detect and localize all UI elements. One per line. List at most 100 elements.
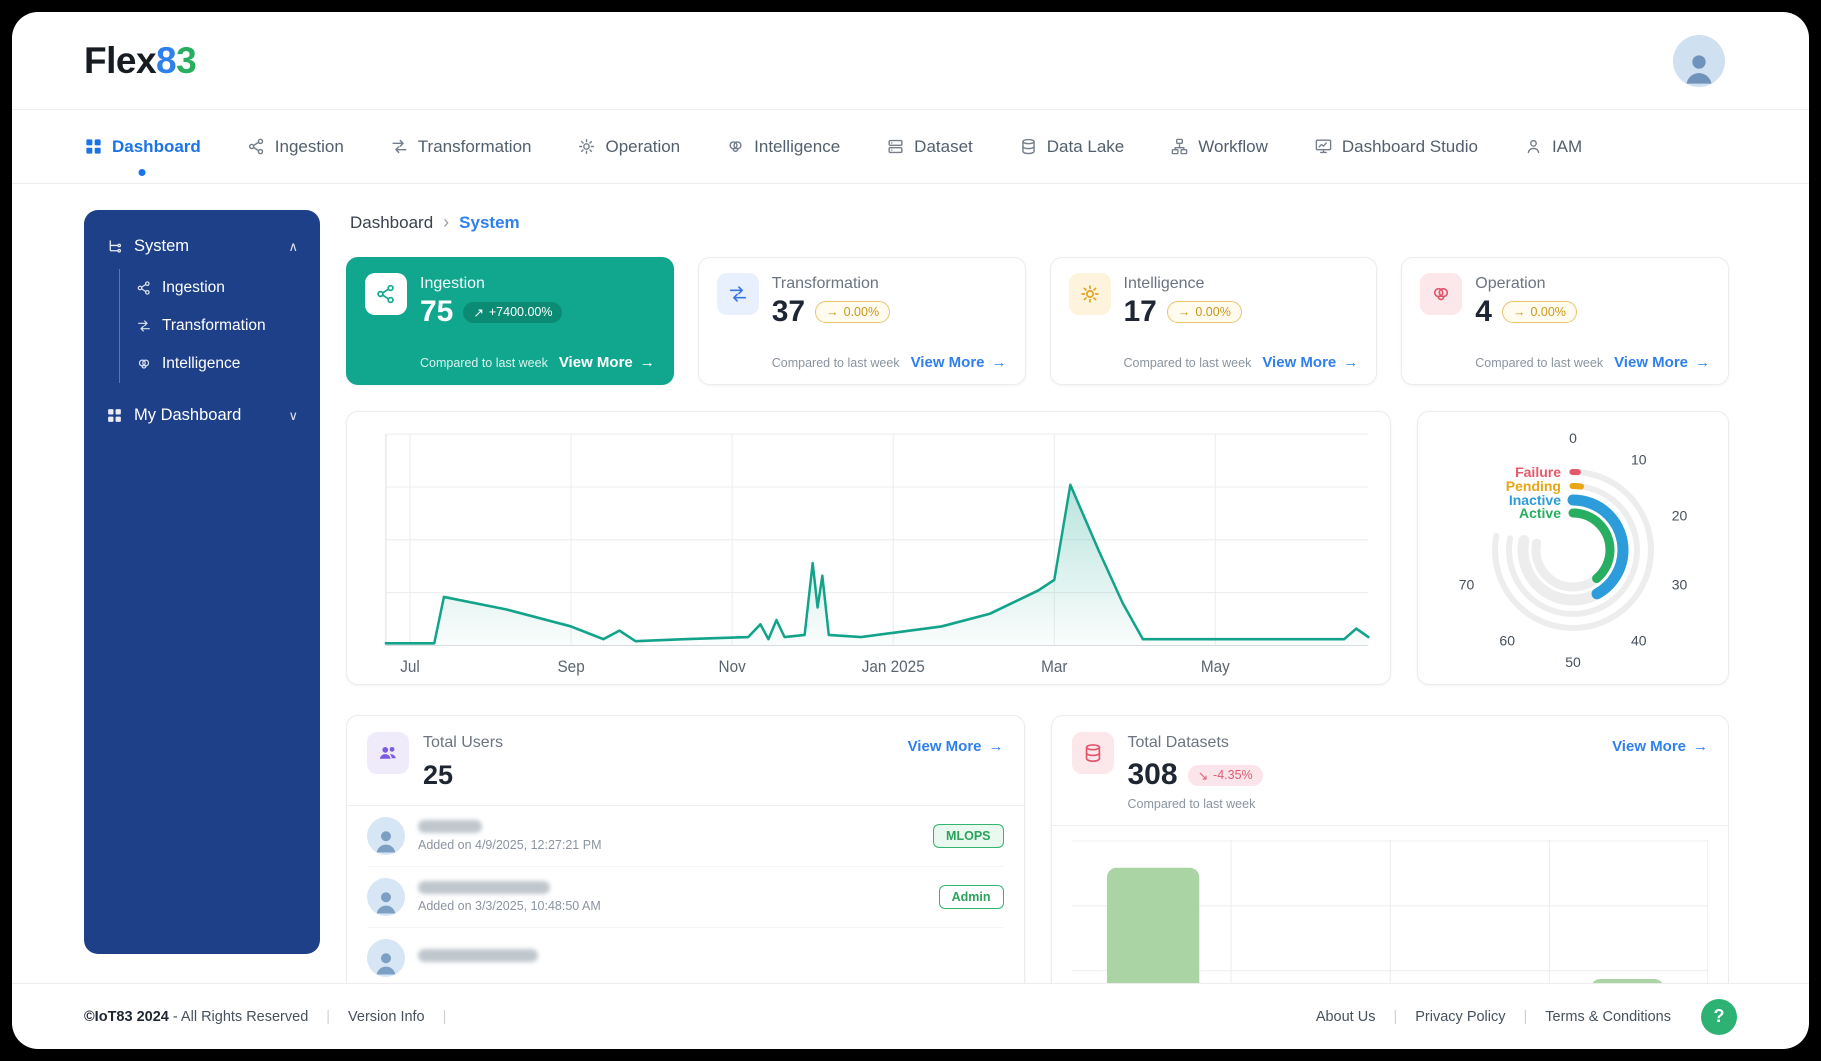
svg-text:Nov: Nov	[719, 658, 746, 675]
separator: |	[1523, 1008, 1528, 1025]
view-more-link[interactable]: View More →	[911, 354, 1007, 371]
sidebar-item-transformation[interactable]: Transformation	[120, 307, 306, 345]
nav-label: Transformation	[417, 136, 532, 156]
about-us-link[interactable]: About Us	[1316, 1009, 1376, 1025]
nav-label: Ingestion	[274, 136, 344, 156]
trend-badge: → 0.00%	[815, 301, 891, 323]
database-icon	[1071, 732, 1114, 774]
version-info-link[interactable]: Version Info	[348, 1009, 425, 1025]
view-more-link[interactable]: View More →	[559, 354, 655, 371]
user-name-redacted	[418, 881, 550, 894]
trend-flat-icon: →	[1512, 305, 1526, 319]
total-datasets-card: Total Datasets 308 ↘ -4.35% Compared to l…	[1050, 715, 1729, 983]
view-more-link[interactable]: View More →	[1612, 738, 1708, 755]
chevron-down-icon: ∨	[288, 407, 298, 423]
workflow-icon	[1170, 137, 1189, 156]
view-more-label: View More	[1614, 354, 1688, 371]
nav-item-workflow[interactable]: Workflow	[1170, 110, 1268, 183]
person-icon	[371, 825, 401, 855]
chevron-right-icon: ›	[443, 212, 450, 232]
view-more-label: View More	[910, 354, 985, 371]
nav-item-intelligence[interactable]: Intelligence	[726, 110, 840, 183]
compare-label: Compared to last week	[1475, 355, 1604, 370]
user-avatar	[367, 817, 405, 855]
tree-icon	[106, 238, 123, 255]
arrow-right-icon: →	[1695, 354, 1710, 371]
nav-item-iam[interactable]: IAM	[1524, 110, 1582, 183]
total-users-value: 25	[423, 760, 454, 790]
brand-digit-3: 3	[176, 39, 197, 81]
person-icon	[1679, 47, 1719, 87]
trend-badge: → 0.00%	[1501, 301, 1577, 323]
sidebar-group-system[interactable]: System ∧	[98, 226, 306, 267]
timeseries-chart-card: Jul Sep Nov Jan 2025 Mar May	[346, 411, 1391, 685]
user-row	[367, 928, 1004, 983]
arrow-right-icon: →	[1693, 738, 1708, 755]
breadcrumb-current: System	[459, 212, 520, 232]
role-badge: Admin	[938, 885, 1004, 909]
nav-item-dashboard-studio[interactable]: Dashboard Studio	[1314, 110, 1478, 183]
copyright-rest: - All Rights Reserved	[172, 1008, 309, 1025]
sidebar-item-ingestion[interactable]: Ingestion	[120, 269, 306, 307]
nav-item-operation[interactable]: Operation	[577, 110, 680, 183]
exchange-icon	[390, 137, 409, 156]
server-icon	[886, 137, 905, 156]
view-more-label: View More	[1612, 738, 1686, 755]
grid-icon	[84, 137, 103, 156]
trend-badge-text: 0.00%	[1530, 305, 1566, 319]
view-more-label: View More	[907, 738, 982, 755]
svg-text:Sep: Sep	[557, 658, 584, 675]
sidebar-item-label: Ingestion	[162, 279, 225, 296]
gear-icon	[577, 137, 596, 156]
datasets-bar-chart	[1071, 839, 1708, 983]
app-header: Flex83	[12, 12, 1809, 110]
sidebar-group-my-dashboard[interactable]: My Dashboard ∨	[98, 395, 306, 436]
sidebar-item-intelligence[interactable]: Intelligence	[120, 345, 306, 383]
charts-row: Jul Sep Nov Jan 2025 Mar May Failure Pending In…	[346, 411, 1729, 685]
nav-item-transformation[interactable]: Transformation	[390, 110, 532, 183]
nav-label: Data Lake	[1046, 136, 1125, 156]
share-icon	[247, 137, 266, 156]
line-chart: Jul Sep Nov Jan 2025 Mar May	[384, 433, 1370, 676]
stat-card-value: 75	[420, 295, 454, 328]
person-icon	[371, 947, 401, 977]
sidebar-group-label: System	[134, 237, 190, 255]
trend-flat-icon: →	[1177, 305, 1191, 319]
footer: ©IoT83 2024 - All Rights Reserved | Vers…	[12, 983, 1809, 1049]
arrow-right-icon: →	[991, 354, 1007, 371]
chevron-up-icon: ∧	[288, 238, 298, 254]
nav-item-ingestion[interactable]: Ingestion	[247, 110, 344, 183]
trend-badge-text: +7400.00%	[488, 305, 553, 319]
sidebar: System ∧ Ingestion Transformation Intell…	[84, 210, 320, 954]
privacy-policy-link[interactable]: Privacy Policy	[1415, 1009, 1505, 1025]
svg-text:Jan 2025: Jan 2025	[862, 658, 925, 675]
sidebar-item-label: Intelligence	[162, 355, 241, 372]
user-avatar	[367, 939, 405, 977]
stat-card-value: 17	[1123, 295, 1157, 328]
nav-item-data-lake[interactable]: Data Lake	[1019, 110, 1125, 183]
svg-text:10: 10	[1631, 451, 1647, 467]
trend-badge: ↗ +7400.00%	[463, 301, 563, 323]
sidebar-item-label: Transformation	[162, 317, 266, 334]
separator: |	[442, 1008, 447, 1025]
status-radial-chart-card: Failure Pending Inactive Active 0 10 20 30 40 50 6…	[1417, 411, 1729, 685]
terms-conditions-link[interactable]: Terms & Conditions	[1545, 1009, 1671, 1025]
nav-item-dataset[interactable]: Dataset	[886, 110, 973, 183]
divider	[1051, 825, 1728, 826]
user-avatar[interactable]	[1673, 34, 1725, 87]
radial-chart: FailurePendingInactiveActive010203040506…	[1459, 430, 1688, 670]
user-icon	[1524, 137, 1543, 156]
view-more-link[interactable]: View More →	[1262, 354, 1358, 371]
stat-card-row: Ingestion 75 ↗ +7400.00% Compared to last…	[346, 257, 1729, 385]
view-more-link[interactable]: View More →	[1614, 354, 1710, 371]
brain-icon	[1420, 273, 1463, 315]
content-area: System ∧ Ingestion Transformation Intell…	[12, 184, 1809, 983]
trend-badge: → 0.00%	[1166, 301, 1242, 323]
breadcrumb-root[interactable]: Dashboard	[350, 213, 433, 233]
user-name-redacted	[418, 820, 482, 833]
view-more-link[interactable]: View More →	[908, 738, 1004, 755]
sidebar-group-label: My Dashboard	[134, 406, 242, 424]
help-button[interactable]: ?	[1701, 998, 1737, 1035]
svg-text:70: 70	[1459, 577, 1475, 593]
nav-item-dashboard[interactable]: Dashboard	[84, 110, 201, 183]
